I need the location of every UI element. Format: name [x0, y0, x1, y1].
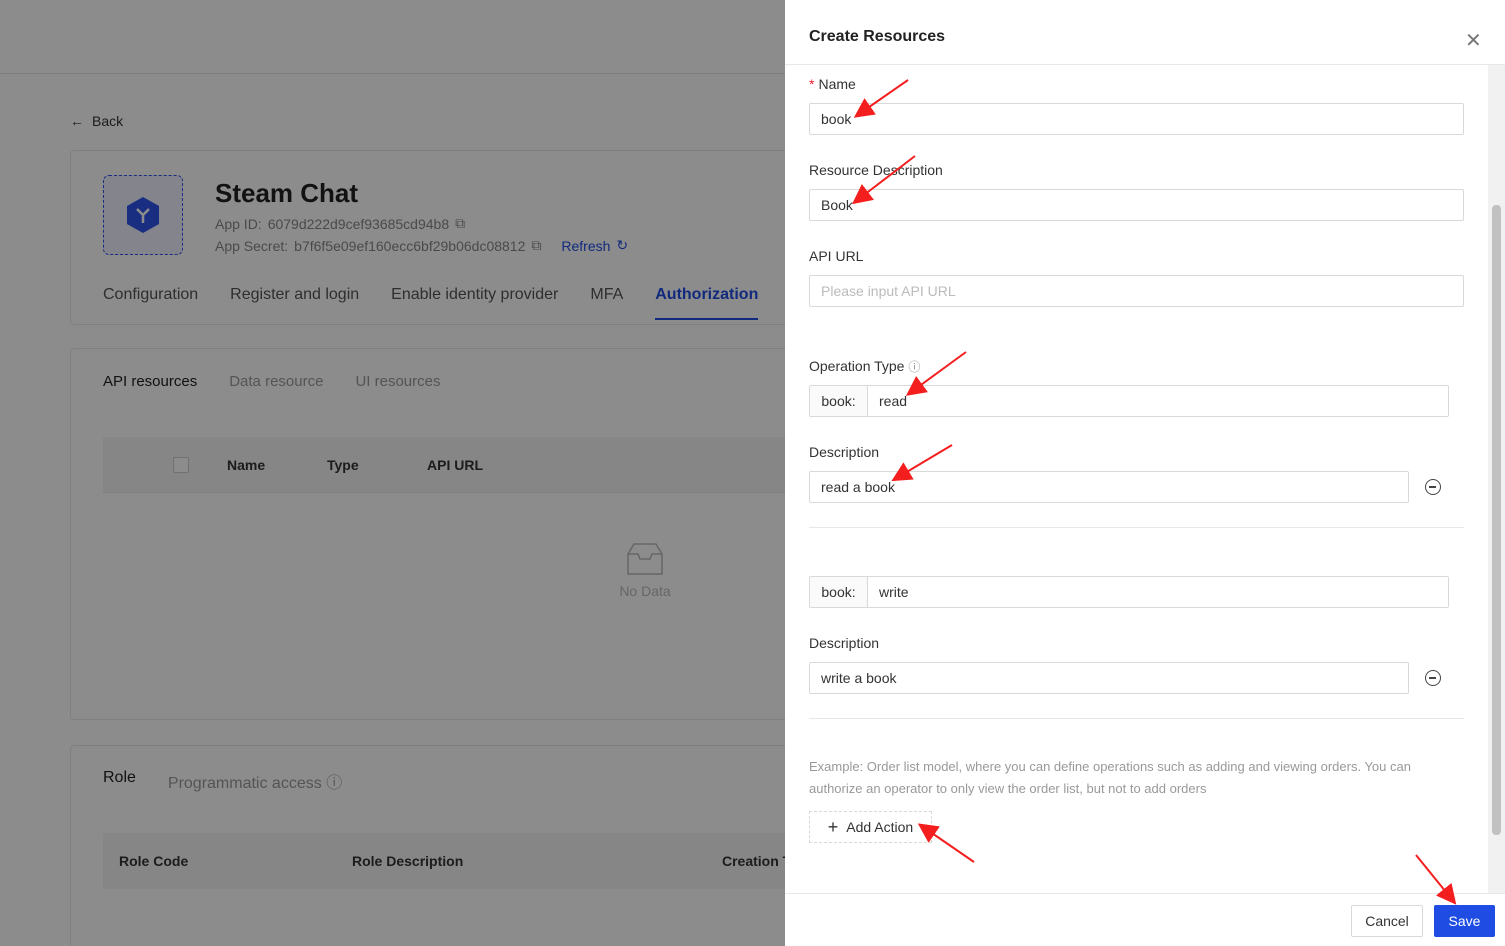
remove-action-icon[interactable] [1425, 479, 1441, 495]
close-icon[interactable]: ✕ [1465, 28, 1482, 53]
help-icon: ⓘ [908, 360, 921, 374]
name-input[interactable]: book [809, 103, 1464, 135]
save-button[interactable]: Save [1434, 905, 1495, 937]
action-description-label: Description [809, 444, 880, 460]
name-label: * Name [809, 76, 856, 92]
create-resources-drawer: Create Resources ✕ * Name book Resource D… [785, 0, 1505, 946]
operation-value: write [879, 584, 909, 600]
divider [809, 527, 1464, 528]
required-mark: * [809, 76, 815, 92]
operation-type-input[interactable]: book: write [809, 576, 1449, 608]
add-action-button[interactable]: + Add Action [809, 811, 932, 843]
plus-icon: + [827, 816, 839, 837]
resource-description-label: Resource Description [809, 162, 943, 178]
divider [809, 718, 1464, 719]
drawer-mask[interactable] [0, 0, 785, 946]
action-description-input[interactable]: read a book [809, 471, 1409, 503]
scrollbar[interactable] [1488, 65, 1505, 893]
example-hint: Example: Order list model, where you can… [809, 759, 1411, 796]
api-url-input[interactable]: Please input API URL [809, 275, 1464, 307]
operation-type-label: Operation Type ⓘ [809, 358, 921, 374]
resource-description-input[interactable]: Book [809, 189, 1464, 221]
operation-type-input[interactable]: book: read [809, 385, 1449, 417]
api-url-label: API URL [809, 248, 864, 264]
cancel-button[interactable]: Cancel [1351, 905, 1423, 937]
scrollbar-thumb[interactable] [1492, 205, 1501, 835]
operation-value: read [879, 393, 908, 409]
action-description-input[interactable]: write a book [809, 662, 1409, 694]
action-description-label: Description [809, 635, 880, 651]
operation-prefix: book: [810, 577, 868, 607]
remove-action-icon[interactable] [1425, 670, 1441, 686]
drawer-title: Create Resources [809, 28, 946, 45]
operation-prefix: book: [810, 386, 868, 416]
